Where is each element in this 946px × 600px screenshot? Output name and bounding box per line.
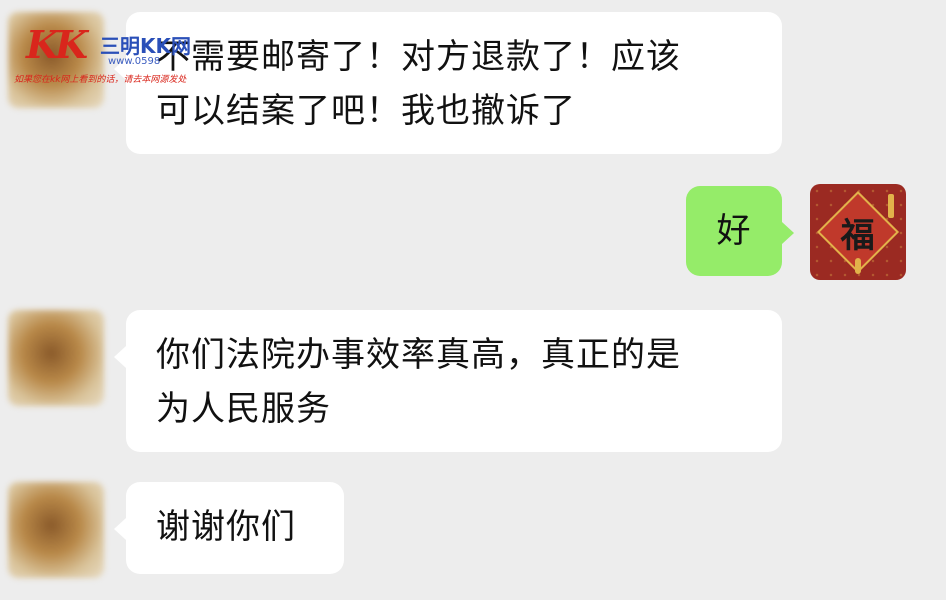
bubble-tail xyxy=(114,346,126,368)
watermark: KK 三明KK网 www.0598 如果您在kk网上看到的话，请去本网源发处 xyxy=(14,18,234,88)
message-bubble-incoming[interactable]: 你们法院办事效率真高，真正的是 为人民服务 xyxy=(126,310,782,452)
watermark-logo: KK xyxy=(26,22,88,67)
contact-avatar[interactable] xyxy=(8,482,104,578)
avatar-ornament xyxy=(888,194,894,218)
bubble-tail xyxy=(114,518,126,540)
message-text-line: 谢谢你们 xyxy=(156,507,296,547)
message-text-line: 可以结案了吧！我也撤诉了 xyxy=(156,91,576,131)
bubble-tail xyxy=(782,222,794,244)
self-avatar[interactable]: 福 xyxy=(810,184,906,280)
message-text-line: 不需要邮寄了！对方退款了！应该 xyxy=(156,37,681,77)
message-bubble-outgoing[interactable]: 好 xyxy=(686,186,782,276)
fu-character: 福 xyxy=(841,215,875,256)
message-bubble-incoming[interactable]: 谢谢你们 xyxy=(126,482,344,574)
avatar-tassel xyxy=(855,258,861,274)
contact-avatar[interactable] xyxy=(8,310,104,406)
message-text-line: 为人民服务 xyxy=(156,389,331,429)
watermark-slogan: 如果您在kk网上看到的话，请去本网源发处 xyxy=(14,75,187,85)
message-text-line: 好 xyxy=(716,211,752,251)
watermark-url: www.0598 xyxy=(108,56,161,67)
message-text-line: 你们法院办事效率真高，真正的是 xyxy=(156,335,681,375)
watermark-name: 三明KK网 xyxy=(100,34,191,58)
